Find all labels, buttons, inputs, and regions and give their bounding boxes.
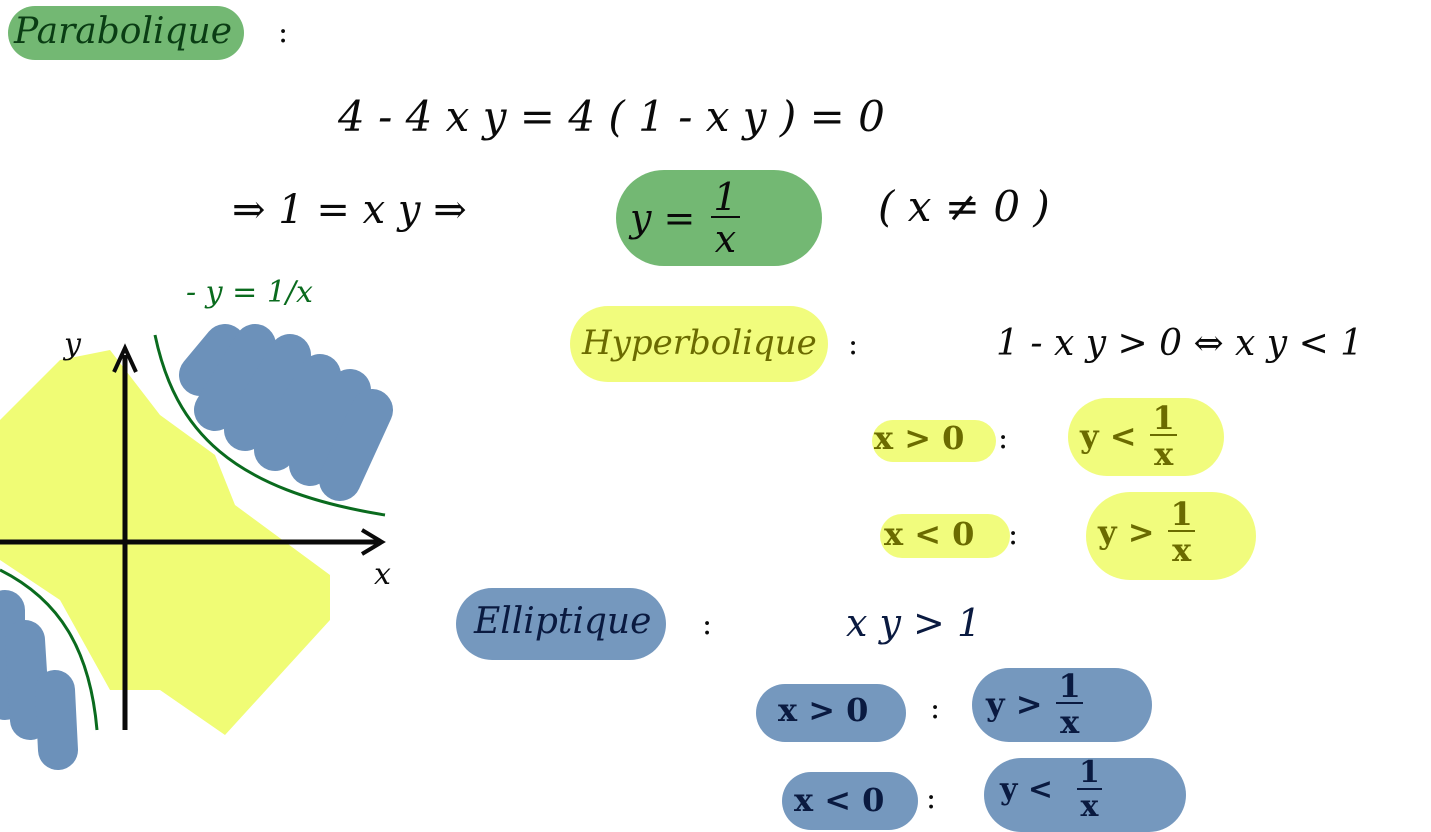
elliptic-case2-numerator: 1 [1079, 755, 1100, 790]
elliptic-case2-result: y < 1 x [1000, 758, 1104, 822]
hyperbolic-title: Hyperbolique [582, 323, 817, 363]
elliptic-case2-colon: : [926, 781, 937, 816]
parabolic-equation-line2: ⇒ 1 = x y ⇒ [232, 187, 467, 233]
parabolic-result-left: y = [630, 196, 696, 240]
elliptic-case2-denominator: x [1076, 788, 1103, 822]
hyperbolic-case2-result-left: y > [1098, 513, 1155, 551]
curve-label: - y = 1/x [186, 275, 313, 310]
elliptic-title: Elliptique [474, 601, 652, 642]
hyperbolic-case2-result: y > 1 x [1098, 498, 1197, 566]
hyperbolic-case2-denominator: x [1168, 530, 1196, 566]
elliptic-case2-condition: x < 0 [794, 781, 885, 819]
parabolic-result-fraction: 1 x [709, 178, 741, 258]
elliptic-case1-result: y > 1 x [986, 670, 1085, 738]
elliptic-case1-numerator: 1 [1058, 667, 1081, 705]
elliptic-case2-fraction: 1 x [1075, 758, 1104, 822]
y-axis-label: y [64, 327, 81, 362]
hyperbolic-case2-colon: : [1008, 517, 1019, 552]
elliptic-region-bottom-left [0, 590, 78, 770]
parabolic-equation-line1: 4 - 4 x y = 4 ( 1 - x y ) = 0 [338, 92, 885, 141]
elliptic-case1-fraction: 1 x [1055, 670, 1085, 738]
parabolic-result: y = 1 x [630, 178, 742, 258]
hyperbolic-case1-fraction: 1 x [1149, 402, 1179, 470]
hyperbolic-case1-result-left: y < [1080, 417, 1137, 455]
elliptic-case2-result-left: y < [1000, 772, 1054, 807]
hyperbolic-case1-colon: : [998, 421, 1009, 456]
elliptic-colon: : [702, 607, 713, 642]
elliptic-case1-colon: : [930, 691, 941, 726]
elliptic-case1-result-left: y > [986, 685, 1043, 723]
parabolic-result-denominator: x [710, 216, 741, 258]
parabolic-result-numerator: 1 [713, 175, 738, 219]
elliptic-region-top-right [179, 324, 393, 501]
parabolic-condition: ( x ≠ 0 ) [878, 182, 1050, 231]
hyperbolic-case2-condition: x < 0 [884, 515, 975, 553]
x-axis-label: x [374, 557, 391, 592]
hyperbolic-case1-result: y < 1 x [1080, 402, 1179, 470]
hyperbolic-case1-denominator: x [1150, 434, 1178, 470]
elliptic-statement: x y > 1 [846, 601, 982, 645]
hyperbolic-case2-fraction: 1 x [1167, 498, 1197, 566]
hyperbolic-case1-numerator: 1 [1152, 399, 1175, 437]
parabolic-colon: : [278, 15, 289, 50]
hyperbolic-colon: : [848, 327, 859, 362]
hyperbolic-case1-condition: x > 0 [874, 419, 965, 457]
elliptic-case1-denominator: x [1056, 702, 1084, 738]
hyperbolic-case2-numerator: 1 [1170, 495, 1193, 533]
parabolic-title: Parabolique [14, 11, 233, 52]
hyperbolic-statement: 1 - x y > 0 ⇔ x y < 1 [996, 323, 1364, 364]
elliptic-case1-condition: x > 0 [778, 691, 869, 729]
